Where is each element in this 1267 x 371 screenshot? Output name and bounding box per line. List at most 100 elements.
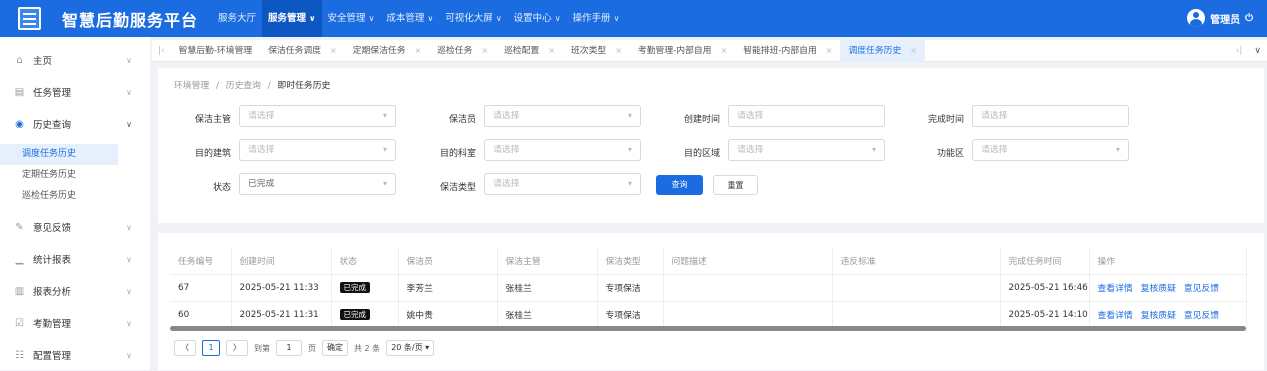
caret-down-icon: ▾ <box>382 145 387 154</box>
nav-service-management[interactable]: 服务管理 ∨ <box>262 0 322 37</box>
tab-shift-type[interactable]: 班次类型 × <box>563 40 630 62</box>
sidebar-item-analysis[interactable]: ▥ 报表分析 ∨ <box>0 275 150 307</box>
sidebar-item-feedback[interactable]: ✎ 意见反馈 ∨ <box>0 211 150 243</box>
caret-down-icon: ▾ <box>382 179 387 188</box>
page-number-button[interactable]: 1 <box>202 340 220 356</box>
supervisor-label: 保洁主管 <box>194 115 231 125</box>
caret-down-icon: ▾ <box>425 343 430 352</box>
tab-inspection-config[interactable]: 巡检配置 × <box>496 40 563 62</box>
tab-inspection-task[interactable]: 巡检任务 × <box>429 40 496 62</box>
breadcrumb-item[interactable]: 历史查询 <box>226 81 261 91</box>
cleaner-select[interactable]: 请选择 ▾ <box>484 105 641 127</box>
total-count: 共 2 条 <box>354 343 381 353</box>
top-navbar: 智慧后勤服务平台 服务大厅 服务管理 ∨ 安全管理 ∨ 成本管理 ∨ 可视化大屏 ∨ 设… <box>0 0 1267 37</box>
column-header: 保洁类型 <box>597 247 664 275</box>
chevron-up-icon: ∨ <box>126 119 132 129</box>
sidebar-subitem-periodic-history[interactable]: 定期任务历史 <box>0 165 118 186</box>
nav-safety-management[interactable]: 安全管理 ∨ <box>322 0 381 37</box>
close-icon[interactable]: × <box>720 46 727 55</box>
view-details-link[interactable]: 查看详情 <box>1098 284 1133 294</box>
column-header: 状态 <box>331 247 399 275</box>
status-label: 状态 <box>212 183 231 193</box>
finish-time-picker[interactable]: 请选择 <box>972 105 1129 127</box>
close-icon[interactable]: × <box>415 46 422 55</box>
power-icon[interactable]: ⏻ <box>1245 13 1253 24</box>
prev-page-button[interactable]: 〈 <box>174 340 196 356</box>
task-icon: ▤ <box>14 86 25 98</box>
column-header: 操作 <box>1089 247 1247 275</box>
func-area-select[interactable]: 请选择 ▾ <box>972 139 1129 161</box>
column-header: 完成任务时间 <box>1000 247 1090 275</box>
stats-icon: ▁ <box>15 253 24 265</box>
status-select[interactable]: 已完成 ▾ <box>239 173 396 195</box>
tab-attendance-internal[interactable]: 考勤管理-内部自用 × <box>630 40 735 62</box>
goto-confirm-button[interactable]: 确定 <box>322 340 348 356</box>
clean-type-select[interactable]: 请选择 ▾ <box>484 173 641 195</box>
view-details-link[interactable]: 查看详情 <box>1098 311 1133 321</box>
tab-scroll-right-icon[interactable]: ›| <box>1230 46 1249 56</box>
close-icon[interactable]: × <box>548 46 555 55</box>
sidebar-item-task-management[interactable]: ▤ 任务管理 ∨ <box>0 76 150 108</box>
nav-manual[interactable]: 操作手册 ∨ <box>567 0 626 37</box>
pagination: 〈 1 〉 到第 1 页 确定 共 2 条 20 条/页 ▾ <box>174 340 435 356</box>
breadcrumb-current: 即时任务历史 <box>277 81 331 91</box>
next-page-button[interactable]: 〉 <box>226 340 248 356</box>
review-query-link[interactable]: 复核质疑 <box>1141 311 1176 321</box>
column-header: 保洁员 <box>398 247 498 275</box>
close-icon[interactable]: × <box>330 46 337 55</box>
sidebar-item-home[interactable]: ⌂ 主页 ∨ <box>0 44 150 76</box>
create-time-picker[interactable]: 请选择 <box>728 105 885 127</box>
goto-suffix: 页 <box>308 343 316 353</box>
area-select[interactable]: 请选择 ▾ <box>728 139 885 161</box>
caret-down-icon: ▾ <box>382 111 387 120</box>
feedback-link[interactable]: 意见反馈 <box>1184 284 1219 294</box>
horizontal-scrollbar[interactable] <box>170 326 1246 331</box>
table-row: 60 2025-05-21 11:31 已完成 姚中贵 张桂兰 专项保洁 202… <box>170 301 1247 329</box>
review-query-link[interactable]: 复核质疑 <box>1141 284 1176 294</box>
caret-down-icon: ▾ <box>871 145 876 154</box>
clean-type-label: 保洁类型 <box>439 183 476 193</box>
chevron-down-icon: ∨ <box>126 222 132 232</box>
main-nav: 服务大厅 服务管理 ∨ 安全管理 ∨ 成本管理 ∨ 可视化大屏 ∨ 设置中心 ∨ 操作手册… <box>212 0 625 37</box>
user-menu[interactable]: 管理员 ⏻ <box>1187 9 1253 27</box>
history-icon: ◉ <box>15 118 24 130</box>
chevron-down-icon: ∨ <box>495 14 502 23</box>
chevron-down-icon: ∨ <box>126 55 132 65</box>
close-icon[interactable]: × <box>910 46 917 55</box>
sidebar-item-attendance[interactable]: ☑ 考勤管理 ∨ <box>0 307 150 339</box>
caret-down-icon: ▾ <box>627 111 632 120</box>
tab-smart-scheduling[interactable]: 智能排班-内部自用 × <box>735 40 840 62</box>
tab-dispatch-history[interactable]: 调度任务历史 × <box>840 39 925 62</box>
breadcrumb-item[interactable]: 环境管理 <box>174 81 209 91</box>
chevron-down-icon: ∨ <box>126 87 132 97</box>
tab-cleaning-dispatch[interactable]: 保洁任务调度 × <box>260 40 345 62</box>
dept-select[interactable]: 请选择 ▾ <box>484 139 641 161</box>
page-size-select[interactable]: 20 条/页 ▾ <box>386 340 435 356</box>
table-header-row: 任务编号 创建时间 状态 保洁员 保洁主管 保洁类型 问题描述 违反标准 完成任… <box>170 247 1247 275</box>
close-icon[interactable]: × <box>481 46 488 55</box>
sidebar-item-config[interactable]: ☷ 配置管理 ∨ <box>0 339 150 371</box>
close-icon[interactable]: × <box>615 46 622 55</box>
goto-page-input[interactable]: 1 <box>276 340 302 356</box>
reset-button[interactable]: 重置 <box>713 175 758 195</box>
caret-down-icon: ▾ <box>1115 145 1120 154</box>
nav-settings-center[interactable]: 设置中心 ∨ <box>508 0 567 37</box>
close-icon[interactable]: × <box>826 46 833 55</box>
search-button[interactable]: 查询 <box>656 175 703 195</box>
feedback-link[interactable]: 意见反馈 <box>1184 311 1219 321</box>
tab-scroll-left-icon[interactable]: |‹ <box>152 46 171 56</box>
nav-service-hall[interactable]: 服务大厅 <box>212 0 262 37</box>
chevron-down-icon[interactable]: ∨ <box>1248 46 1267 56</box>
supervisor-select[interactable]: 请选择 ▾ <box>239 105 396 127</box>
building-select[interactable]: 请选择 ▾ <box>239 139 396 161</box>
sidebar-subitem-dispatch-history[interactable]: 调度任务历史 <box>0 144 118 165</box>
feedback-icon: ✎ <box>15 221 24 233</box>
sidebar-item-history[interactable]: ◉ 历史查询 ∨ <box>0 108 150 140</box>
nav-cost-management[interactable]: 成本管理 ∨ <box>380 0 439 37</box>
chevron-down-icon: ∨ <box>126 318 132 328</box>
sidebar-subitem-inspection-history[interactable]: 巡检任务历史 <box>0 186 118 207</box>
tab-env-management[interactable]: 智慧后勤-环境管理 <box>171 40 261 62</box>
tab-periodic-cleaning[interactable]: 定期保洁任务 × <box>345 40 430 62</box>
sidebar-item-stats[interactable]: ▁ 统计报表 ∨ <box>0 243 150 275</box>
nav-visual-screen[interactable]: 可视化大屏 ∨ <box>439 0 507 37</box>
